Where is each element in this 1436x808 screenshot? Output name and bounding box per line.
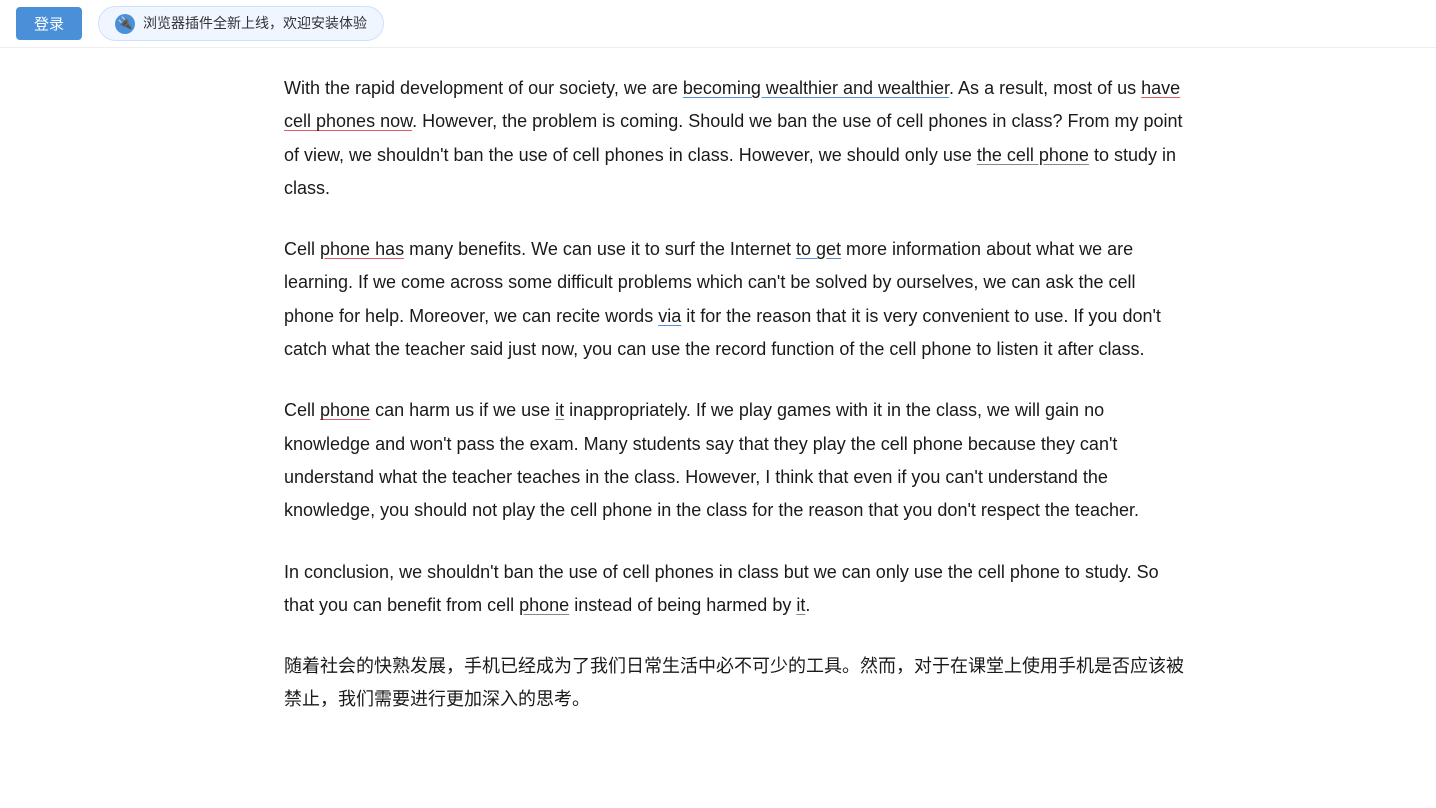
underline-phone-conclusion: phone	[519, 595, 569, 615]
paragraph-1: With the rapid development of our societ…	[284, 72, 1184, 205]
underline-to-get: to get	[796, 239, 841, 259]
underline-the-cell-phone: the cell phone	[977, 145, 1089, 165]
login-button[interactable]: 登录	[16, 7, 82, 40]
paragraph-5-cn: 随着社会的快熟发展，手机已经成为了我们日常生活中必不可少的工具。然而，对于在课堂…	[284, 650, 1184, 717]
plugin-banner-text: 浏览器插件全新上线，欢迎安装体验	[143, 11, 367, 36]
underline-phone-harm: phone	[320, 400, 370, 420]
plugin-icon: 🔌	[115, 14, 135, 34]
underline-phone-has: phone has	[320, 239, 404, 259]
main-content: With the rapid development of our societ…	[284, 48, 1184, 785]
underline-it-conclusion: it	[796, 595, 805, 615]
plugin-banner[interactable]: 🔌 浏览器插件全新上线，欢迎安装体验	[98, 6, 384, 41]
paragraph-4: In conclusion, we shouldn't ban the use …	[284, 556, 1184, 623]
paragraph-2: Cell phone has many benefits. We can use…	[284, 233, 1184, 366]
underline-becoming-wealthier: becoming wealthier and wealthier	[683, 78, 949, 98]
paragraph-3: Cell phone can harm us if we use it inap…	[284, 394, 1184, 527]
top-bar: 登录 🔌 浏览器插件全新上线，欢迎安装体验	[0, 0, 1436, 48]
underline-it: it	[555, 400, 564, 420]
underline-via: via	[658, 306, 681, 326]
